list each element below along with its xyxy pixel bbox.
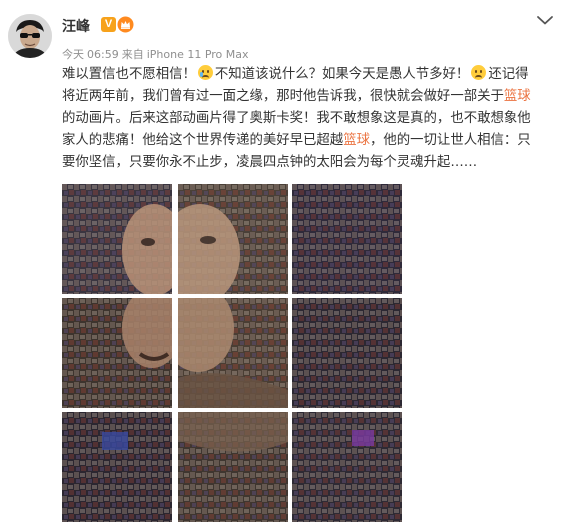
crying-face-emoji-icon [197, 65, 213, 80]
avatar[interactable] [8, 14, 52, 58]
post-day[interactable]: 今天 [62, 48, 84, 61]
post-line-4: 家人的悲痛！他给这个世界传递的美好早已超越篮球，他的一切让世人相信：只 [62, 130, 558, 152]
post-text-segment: 难以置信也不愿相信！ [62, 67, 196, 82]
post-text-segment: ，他的一切让世人相信：只 [369, 133, 531, 148]
post-line-3: 的动画片。后来这部动画片得了奥斯卡奖！我不敢想象这是真的，也不敢想象他 [62, 111, 531, 126]
username[interactable]: 汪峰 [62, 16, 90, 36]
crown-icon[interactable] [117, 16, 134, 33]
chevron-down-icon[interactable] [536, 14, 554, 26]
sad-face-emoji-icon [471, 65, 487, 80]
mosaic-tile-5[interactable] [178, 298, 288, 408]
post-time[interactable]: 06:59 [87, 48, 119, 61]
verified-icon: V [101, 17, 116, 32]
topic-link-basketball[interactable]: 篮球 [343, 133, 370, 148]
post-meta: 今天 06:59 来自 iPhone 11 Pro Max [62, 46, 252, 62]
mosaic-tile-3[interactable] [292, 184, 402, 294]
topic-link-basketball[interactable]: 篮球 [504, 89, 531, 104]
post-text-segment: 还记得 [488, 67, 529, 82]
mosaic-tile-9[interactable] [292, 412, 402, 522]
source-prefix: 来自 [121, 48, 144, 61]
mosaic-tile-7[interactable] [62, 412, 172, 522]
post-line-2: 将近两年前，我们曾有过一面之缘，那时他告诉我，很快就会做好一部关于篮球 [62, 86, 558, 108]
post-text: 难以置信也不愿相信！ 不知道该说什么？如果今天是愚人节多好！ 还记得 将近两年前，我… [62, 64, 558, 174]
mosaic-tile-4[interactable] [62, 298, 172, 408]
mosaic-tile-8[interactable] [178, 412, 288, 522]
post-text-segment: 家人的悲痛！他给这个世界传递的美好早已超越 [62, 133, 344, 148]
image-grid [62, 184, 404, 526]
post-text-segment: 将近两年前，我们曾有过一面之缘，那时他告诉我，很快就会做好一部关于 [62, 89, 504, 104]
weibo-post-card: 汪峰 V 今天 06:59 来自 iPhone 11 Pro Max 难以置信也不愿相… [0, 0, 564, 526]
avatar-photo [8, 14, 52, 58]
mosaic-tile-6[interactable] [292, 298, 402, 408]
post-line-1: 难以置信也不愿相信！ 不知道该说什么？如果今天是愚人节多好！ 还记得 [62, 64, 558, 86]
post-line-5: 要你坚信，只要你永不止步，凌晨四点钟的太阳会为每个灵魂升起…… [62, 155, 478, 170]
mosaic-tile-2[interactable] [178, 184, 288, 294]
source-device[interactable]: iPhone 11 Pro Max [147, 48, 249, 61]
mosaic-tile-1[interactable] [62, 184, 172, 294]
post-text-segment: 不知道该说什么？如果今天是愚人节多好！ [214, 67, 470, 82]
